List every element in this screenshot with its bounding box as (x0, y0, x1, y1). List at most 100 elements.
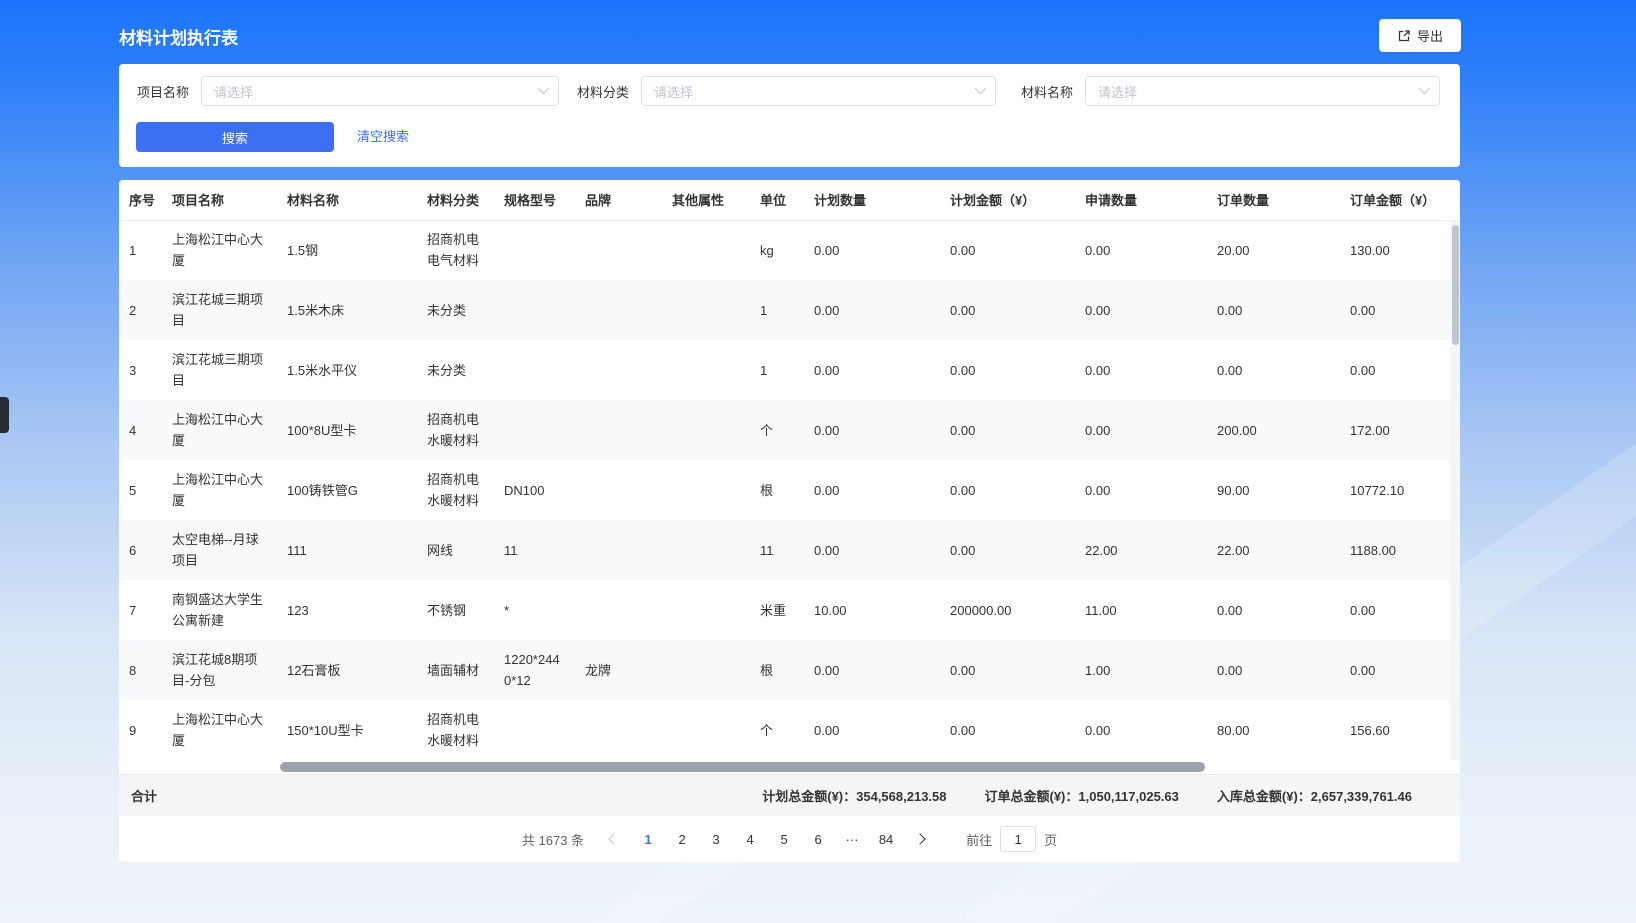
cell-material-name: 150*10U型卡 (277, 700, 417, 760)
cell-unit: 个 (750, 400, 804, 460)
page-number-84[interactable]: 84 (872, 825, 900, 853)
chevron-left-icon (608, 833, 619, 844)
cell-spec: * (494, 580, 575, 640)
cell-planned-qty: 0.00 (804, 640, 940, 700)
horizontal-scrollbar-thumb[interactable] (280, 762, 1205, 772)
summary-bar: 合计 计划总金额(¥)：354,568,213.58 订单总金额(¥)：1,05… (119, 774, 1460, 816)
project-name-label: 项目名称 (137, 82, 189, 101)
cell-spec (494, 340, 575, 400)
cell-planned-qty: 0.00 (804, 340, 940, 400)
column-header: 材料名称 (277, 180, 417, 220)
cell-planned-amount: 0.00 (940, 220, 1075, 280)
project-name-select[interactable]: 请选择 (201, 76, 559, 106)
cell-index: 7 (119, 580, 162, 640)
planned-total: 计划总金额(¥)：354,568,213.58 (762, 786, 946, 805)
search-button[interactable]: 搜索 (136, 122, 334, 152)
cell-order-qty: 0.00 (1207, 580, 1340, 640)
column-header: 申请数量 (1075, 180, 1207, 220)
table-row: 6 太空电梯--月球项目 111 网线 11 11 0.00 0.00 22.0… (119, 520, 1460, 580)
cell-order-qty: 200.00 (1207, 400, 1340, 460)
drawer-handle[interactable] (0, 397, 9, 433)
cell-unit: 1 (750, 280, 804, 340)
export-icon (1397, 29, 1411, 43)
page-number-5[interactable]: 5 (770, 825, 798, 853)
goto-label: 前往 (966, 830, 992, 849)
table-row: 9 上海松江中心大厦 150*10U型卡 招商机电水暖材料 个 0.00 0.0… (119, 700, 1460, 760)
filter-category: 材料分类 请选择 (577, 76, 996, 106)
cell-spec: DN100 (494, 460, 575, 520)
cell-applied-qty: 0.00 (1075, 220, 1207, 280)
page-number-3[interactable]: 3 (702, 825, 730, 853)
cell-applied-qty: 1.00 (1075, 640, 1207, 700)
clear-search-link[interactable]: 清空搜索 (357, 122, 409, 152)
cell-spec (494, 400, 575, 460)
cell-material-category: 招商机电水暖材料 (417, 400, 494, 460)
pagination-bar: 共 1673 条 1 2 3 4 5 6 ··· 84 前往 页 (119, 816, 1460, 862)
inbound-total: 入库总金额(¥)：2,657,339,761.46 (1217, 786, 1412, 805)
chevron-down-icon (1419, 83, 1430, 94)
cell-unit: 根 (750, 640, 804, 700)
cell-brand (575, 280, 662, 340)
cell-spec (494, 280, 575, 340)
goto-page-input[interactable] (1000, 826, 1036, 852)
material-category-label: 材料分类 (577, 82, 629, 101)
cell-index: 2 (119, 280, 162, 340)
material-category-select[interactable]: 请选择 (641, 76, 996, 106)
goto-unit-label: 页 (1044, 830, 1057, 849)
category-select-placeholder: 请选择 (654, 82, 693, 101)
cell-material-category: 未分类 (417, 280, 494, 340)
cell-spec (494, 700, 575, 760)
cell-planned-qty: 0.00 (804, 220, 940, 280)
cell-order-amount: 0.00 (1340, 280, 1460, 340)
cell-spec (494, 220, 575, 280)
filter-panel: 项目名称 请选择 材料分类 请选择 材料名称 请选择 搜索 清空搜索 (119, 64, 1460, 167)
page-title: 材料计划执行表 (119, 24, 238, 49)
page-number-2[interactable]: 2 (668, 825, 696, 853)
cell-project-name: 上海松江中心大厦 (162, 700, 277, 760)
cell-planned-amount: 200000.00 (940, 580, 1075, 640)
cell-planned-amount: 0.00 (940, 460, 1075, 520)
column-header: 订单金额（¥） (1340, 180, 1460, 220)
cell-index: 6 (119, 520, 162, 580)
horizontal-scrollbar-track (119, 760, 1460, 774)
cell-material-name: 100铸铁管G (277, 460, 417, 520)
cell-material-name: 123 (277, 580, 417, 640)
table-row: 1 上海松江中心大厦 1.5钢 招商机电电气材料 kg 0.00 0.00 0.… (119, 220, 1460, 280)
page-number-6[interactable]: 6 (804, 825, 832, 853)
column-header: 计划数量 (804, 180, 940, 220)
page-number-4[interactable]: 4 (736, 825, 764, 853)
cell-order-amount: 0.00 (1340, 580, 1460, 640)
cell-brand (575, 340, 662, 400)
table-row: 4 上海松江中心大厦 100*8U型卡 招商机电水暖材料 个 0.00 0.00… (119, 400, 1460, 460)
cell-spec: 11 (494, 520, 575, 580)
cell-order-qty: 0.00 (1207, 280, 1340, 340)
material-name-select[interactable]: 请选择 (1085, 76, 1440, 106)
cell-unit: 根 (750, 460, 804, 520)
goto-page-group: 前往 页 (966, 826, 1057, 852)
next-page-button[interactable] (906, 825, 934, 853)
data-table: 序号 项目名称 材料名称 材料分类 规格型号 品牌 其他属性 单位 计划数量 计… (119, 180, 1460, 774)
export-button[interactable]: 导出 (1379, 19, 1461, 52)
cell-applied-qty: 0.00 (1075, 400, 1207, 460)
cell-spec: 1220*2440*12 (494, 640, 575, 700)
page-number-1[interactable]: 1 (634, 825, 662, 853)
material-select-placeholder: 请选择 (1098, 82, 1137, 101)
table-body: 1 上海松江中心大厦 1.5钢 招商机电电气材料 kg 0.00 0.00 0.… (119, 220, 1460, 760)
cell-unit: 个 (750, 700, 804, 760)
chevron-down-icon (538, 83, 549, 94)
vertical-scrollbar-thumb[interactable] (1452, 225, 1459, 345)
table-row: 2 滨江花城三期项目 1.5米木床 未分类 1 0.00 0.00 0.00 0… (119, 280, 1460, 340)
cell-material-category: 招商机电水暖材料 (417, 460, 494, 520)
filter-material: 材料名称 请选择 (1021, 76, 1440, 106)
cell-applied-qty: 0.00 (1075, 340, 1207, 400)
cell-planned-amount: 0.00 (940, 520, 1075, 580)
cell-other-attrs (662, 220, 750, 280)
column-header: 规格型号 (494, 180, 575, 220)
cell-planned-amount: 0.00 (940, 700, 1075, 760)
prev-page-button[interactable] (600, 825, 628, 853)
cell-planned-amount: 0.00 (940, 400, 1075, 460)
column-header: 单位 (750, 180, 804, 220)
cell-project-name: 上海松江中心大厦 (162, 220, 277, 280)
summary-items: 计划总金额(¥)：354,568,213.58 订单总金额(¥)：1,050,1… (762, 786, 1412, 805)
more-pages-ellipsis[interactable]: ··· (838, 825, 866, 853)
